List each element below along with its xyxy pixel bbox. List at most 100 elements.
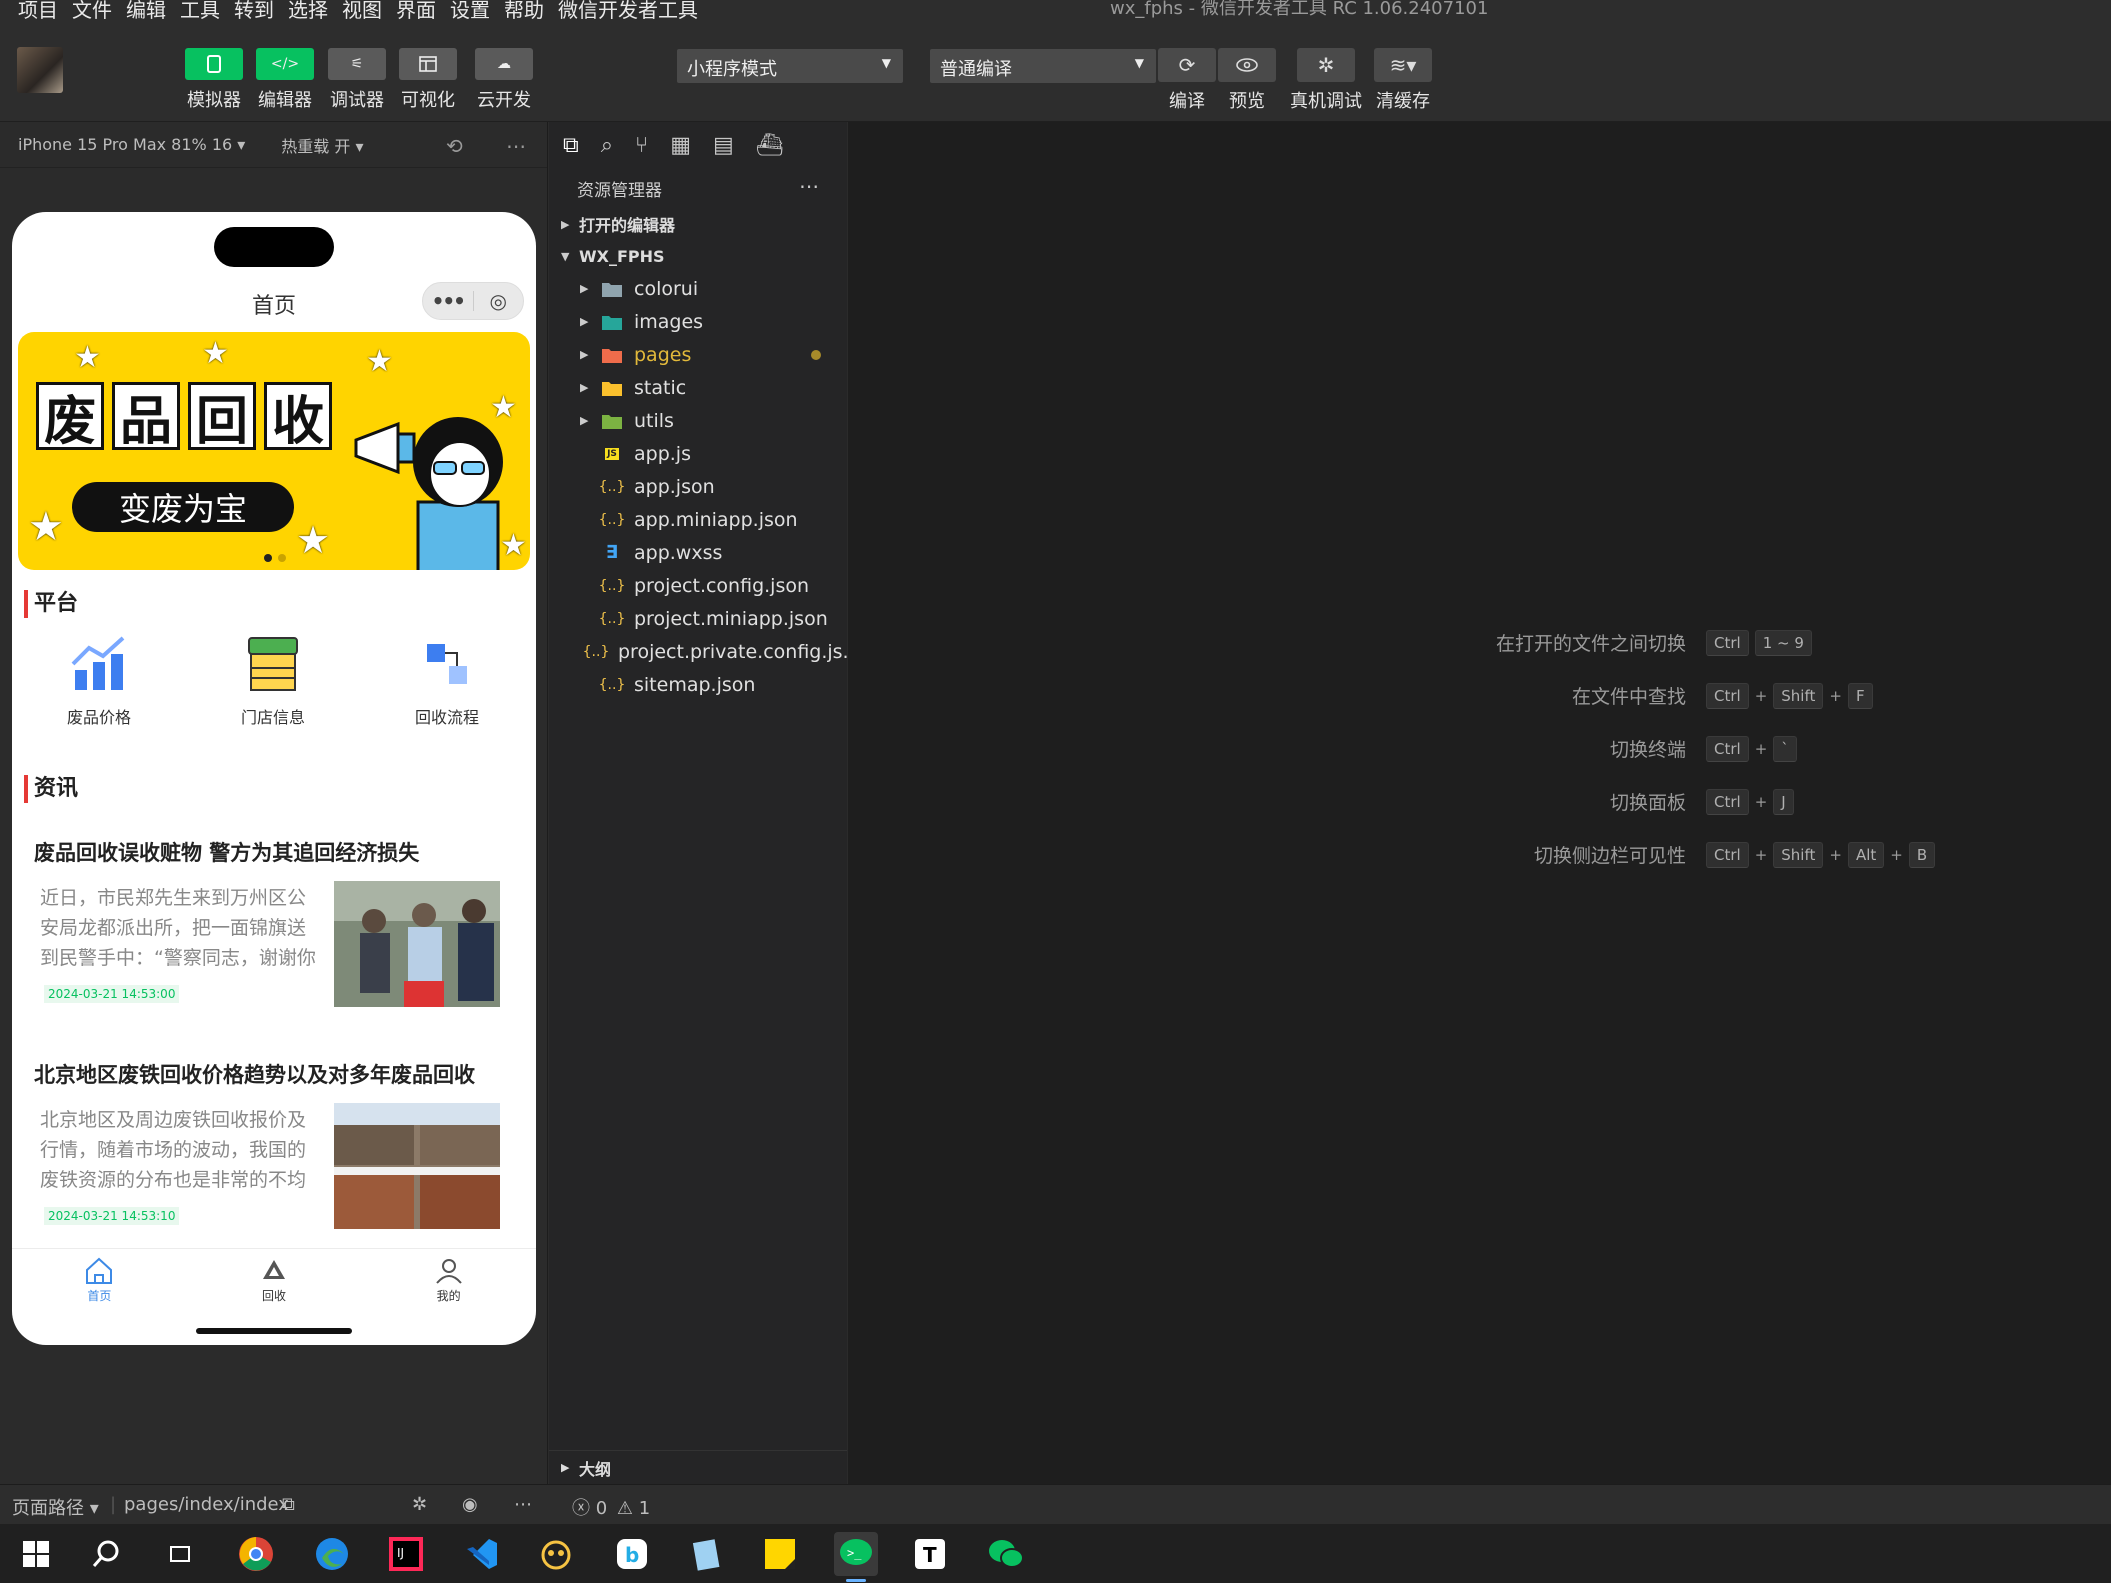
price-entry[interactable]: 废品价格	[12, 634, 186, 728]
folder-item[interactable]: ▶ images	[549, 305, 847, 338]
news-desc: 近日，市民郑先生来到万州区公安局龙都派出所，把一面锦旗送到民警手中：“警察同志，…	[40, 887, 316, 969]
project-section[interactable]: ▼ WX_FPHS	[549, 240, 847, 272]
outline-section[interactable]: ▶ 大纲	[549, 1450, 847, 1484]
key-cap: B	[1908, 842, 1936, 868]
more-icon[interactable]: ⋯	[506, 134, 526, 158]
eye-icon[interactable]: ◉	[462, 1494, 478, 1515]
folder-item[interactable]: ▶ colorui	[549, 272, 847, 305]
bilibili-icon[interactable]: b	[610, 1532, 654, 1576]
panel-icon[interactable]: ▤	[713, 133, 734, 158]
tab-home[interactable]: 首页	[12, 1249, 187, 1308]
simulator-button[interactable]: 模拟器	[184, 48, 244, 112]
user-avatar[interactable]	[17, 47, 63, 93]
compile-mode-select[interactable]: 普通编译 ▼	[930, 49, 1156, 83]
platform-grid: 废品价格 门店信息 回收流程	[12, 634, 536, 728]
navicat-icon[interactable]	[534, 1532, 578, 1576]
search-icon[interactable]: ⌕	[601, 133, 613, 158]
cloud-dev-button[interactable]: ☁ 云开发	[474, 48, 534, 112]
chrome-icon[interactable]	[234, 1532, 278, 1576]
megaphone-icon	[354, 421, 416, 475]
debugger-button[interactable]: ⚟ 调试器	[327, 48, 387, 112]
folder-item[interactable]: ▶ utils	[549, 404, 847, 437]
intellij-icon[interactable]: IJ	[384, 1532, 428, 1576]
device-select[interactable]: iPhone 15 Pro Max 81% 16 ▾	[18, 135, 245, 154]
star-icon: ★	[202, 336, 229, 371]
folder-icon	[600, 411, 624, 431]
rotate-icon[interactable]: ⟲	[446, 134, 463, 158]
file-item[interactable]: {..} project.miniapp.json	[549, 602, 847, 635]
file-item[interactable]: {..} project.config.json	[549, 569, 847, 602]
news-item[interactable]: 废品回收误收赃物 警方为其追回经济损失 近日，市民郑先生来到万州区公安局龙都派出…	[34, 837, 514, 1007]
file-item[interactable]: {..} project.private.config.js...	[549, 635, 861, 668]
js-file-icon: JS	[605, 447, 619, 460]
clear-cache-button[interactable]: ≋▾ 清缓存	[1374, 48, 1432, 113]
banner-title: 废 品 回 收	[36, 382, 332, 452]
key-cap: Ctrl	[1706, 630, 1749, 656]
folder-item[interactable]: ▶ pages	[549, 338, 847, 371]
shortcut-keys: Ctrl + J	[1706, 789, 1794, 815]
json-file-icon: {..}	[582, 643, 610, 660]
file-item[interactable]: ∃ app.wxss	[549, 536, 847, 569]
sticky-notes-icon[interactable]	[758, 1532, 802, 1576]
sliders-icon: ⚟	[328, 48, 386, 80]
vscode-icon[interactable]	[460, 1532, 504, 1576]
bug-icon: ✲	[1297, 48, 1355, 82]
banner-carousel[interactable]: ★ ★ ★ ★ ★ ★ ★ 废 品 回 收 变废为宝	[18, 332, 530, 570]
folder-item[interactable]: ▶ static	[549, 371, 847, 404]
tab-bar: 首页 回收 我的	[12, 1248, 536, 1308]
extensions-icon[interactable]: ▦	[670, 133, 691, 158]
bug-icon[interactable]: ✲	[412, 1494, 427, 1515]
error-count[interactable]: ⓧ 0 ⚠ 1	[572, 1494, 650, 1520]
explorer-header: 资源管理器 ⋯	[577, 174, 819, 201]
cloud-icon: ☁	[475, 48, 533, 80]
file-tree: ▶ colorui ▶ images ▶ pages ▶ static ▶ utils JS app.…	[549, 272, 861, 701]
visual-button[interactable]: 可视化	[398, 48, 458, 112]
remote-debug-button[interactable]: ✲ 真机调试	[1290, 48, 1362, 113]
more-dots-icon[interactable]: •••	[423, 289, 473, 313]
store-entry[interactable]: 门店信息	[186, 634, 360, 728]
close-target-icon[interactable]: ◎	[473, 289, 523, 313]
dynamic-island	[214, 227, 334, 267]
tab-recycle[interactable]: 回收	[187, 1249, 362, 1308]
more-icon[interactable]: ⋯	[799, 174, 819, 198]
star-icon: ★	[28, 504, 64, 550]
typora-icon[interactable]: T	[908, 1532, 952, 1576]
file-item[interactable]: JS app.js	[549, 437, 847, 470]
file-item[interactable]: {..} app.json	[549, 470, 847, 503]
json-file-icon: {..}	[598, 610, 626, 627]
wechat-devtools-icon[interactable]: >_	[834, 1532, 878, 1582]
file-item[interactable]: {..} sitemap.json	[549, 668, 847, 701]
notepad-icon[interactable]	[684, 1532, 728, 1576]
preview-button[interactable]: 预览	[1218, 48, 1276, 113]
compile-button[interactable]: ⟳ 编译	[1158, 48, 1216, 113]
home-indicator	[196, 1328, 352, 1334]
file-item[interactable]: {..} app.miniapp.json	[549, 503, 847, 536]
editor-button[interactable]: </> 编辑器	[255, 48, 315, 112]
source-control-icon[interactable]: ⑂	[635, 133, 648, 158]
mode-select[interactable]: 小程序模式 ▼	[677, 49, 903, 83]
chevron-right-icon: ▶	[580, 282, 589, 295]
open-editors-section[interactable]: ▶ 打开的编辑器	[549, 208, 847, 240]
search-icon[interactable]	[84, 1532, 128, 1576]
hot-reload-toggle[interactable]: 热重载 开 ▾	[281, 133, 363, 157]
edge-icon[interactable]	[310, 1532, 354, 1576]
wechat-icon[interactable]	[984, 1532, 1028, 1576]
more-icon[interactable]: ⋯	[514, 1494, 532, 1515]
page-path-select[interactable]: 页面路径 ▾	[12, 1494, 99, 1520]
task-view-icon[interactable]	[158, 1532, 202, 1576]
key-cap: Ctrl	[1706, 683, 1749, 709]
process-entry[interactable]: 回收流程	[360, 634, 534, 728]
news-item[interactable]: 北京地区废铁回收价格趋势以及对多年废品回收 北京地区及周边废铁回收报价及行情，随…	[34, 1059, 514, 1229]
copy-icon[interactable]: ⧉	[282, 1494, 295, 1515]
svg-text:IJ: IJ	[397, 1546, 404, 1560]
svg-text:>_: >_	[847, 1546, 862, 1560]
news-time: 2024-03-21 14:53:10	[44, 1207, 180, 1225]
tab-mine[interactable]: 我的	[361, 1249, 536, 1308]
svg-text:b: b	[625, 1543, 639, 1567]
windows-start-icon[interactable]	[14, 1532, 58, 1576]
shortcut-keys: Ctrl + Shift + Alt + B	[1706, 842, 1936, 868]
key-cap: Alt	[1847, 842, 1885, 868]
docker-icon[interactable]: ⛴	[756, 133, 784, 158]
files-icon[interactable]: ⧉	[563, 133, 579, 158]
layout-icon	[399, 48, 457, 80]
